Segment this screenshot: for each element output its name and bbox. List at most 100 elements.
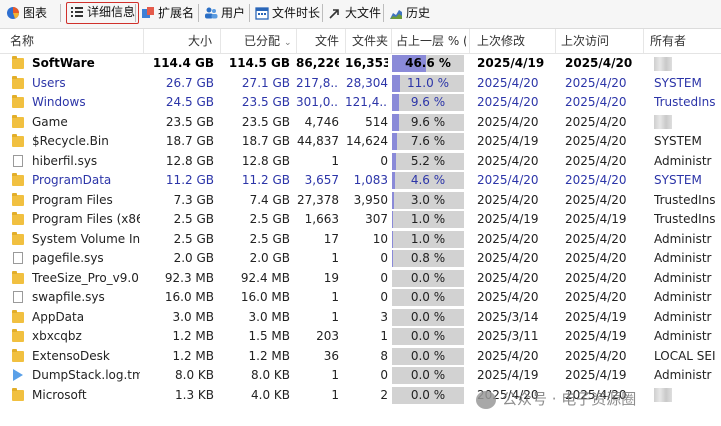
item-name: swapfile.sys [32,290,105,304]
item-file-count: 1 [331,153,339,168]
item-size: 26.7 GB [165,75,214,90]
col-size[interactable]: 大小 [144,29,214,53]
item-last-accessed: 2025/4/20 [565,270,627,285]
table-row[interactable]: System Volume Inf... 2.5 GB 2.5 GB 17 10 1.0 … [0,230,721,250]
item-file-count: 203 [316,329,339,343]
item-allocated: 23.5 GB [241,114,290,129]
item-size: 11.2 GB [165,173,214,187]
tab-extensions[interactable]: 扩展名 [141,3,196,23]
item-allocated: 8.0 KB [251,368,290,382]
item-last-modified: 2025/4/20 [477,153,539,168]
tab-history-label: 历史 [406,6,431,20]
item-allocated: 2.5 GB [249,212,290,226]
item-last-accessed: 2025/4/19 [565,212,627,226]
table-row[interactable]: $Recycle.Bin 18.7 GB 18.7 GB 44,837 14,624 7.… [0,132,721,152]
folder-icon [12,309,24,323]
item-size: 7.3 GB [173,192,214,207]
item-owner: SYSTEM [654,173,702,187]
tab-details[interactable]: 详细信息 [66,2,140,24]
media-file-icon [13,369,23,381]
item-percent: 46.6 % [405,56,451,70]
item-owner: TrustedIns [654,212,716,226]
table-row[interactable]: Game 23.5 GB 23.5 GB 4,746 514 9.6 % 2025/4/20… [0,113,721,133]
item-name: Microsoft [32,387,87,402]
history-chart-icon [390,9,402,19]
item-folder-count: 0 [380,153,388,168]
col-percent-parent[interactable]: 占上一层 % (... [396,29,466,53]
table-row[interactable]: pagefile.sys 2.0 GB 2.0 GB 1 0 0.8 % 2025/4/20… [0,249,721,269]
item-owner: LOCAL SEI [654,348,716,363]
wechat-icon [476,390,496,409]
col-name[interactable]: 名称 [10,29,130,53]
item-folder-count: 1,083 [353,173,388,187]
extension-icon [142,6,154,18]
item-allocated: 3.0 MB [248,309,290,324]
col-allocated-label: 已分配 [244,34,281,48]
item-size: 114.4 GB [152,56,214,70]
item-file-count: 217,8... [296,75,339,90]
item-name: xbxcqbz [32,329,82,343]
table-row[interactable]: TreeSize_Pro_v9.0.... 92.3 MB 92.4 MB 19 0 0.… [0,269,721,289]
item-percent: 11.0 % [407,75,449,90]
tab-large-files[interactable]: 大文件 [328,3,383,23]
table-row[interactable]: AppData 3.0 MB 3.0 MB 1 3 0.0 % 2025/3/14 2025/… [0,308,721,328]
column-header: 名称 大小 已分配⌄ 文件 文件夹 占上一层 % (... 上次修改 上次访问 … [0,29,721,54]
table-row[interactable]: Users 26.7 GB 27.1 GB 217,8... 28,304 11.0 % 2… [0,74,721,94]
tab-file-age[interactable]: 文件时长 [255,3,322,23]
tab-users[interactable]: 用户 [204,3,247,23]
item-size: 2.5 GB [173,231,214,246]
table-row[interactable]: xbxcqbz 1.2 MB 1.5 MB 203 1 0.0 % 2025/3/11 202… [0,327,721,347]
item-owner: Administr [654,368,712,382]
folder-icon [12,75,24,89]
item-percent: 5.2 % [410,153,446,168]
col-allocated[interactable]: 已分配 ⌄ [244,29,294,53]
col-files[interactable]: 文件 [297,29,339,53]
file-icon [13,291,23,303]
table-row[interactable]: ExtensoDesk 1.2 MB 1.2 MB 36 8 0.0 % 2025/4/20… [0,347,721,367]
item-file-count: 4,746 [304,114,339,129]
item-last-modified: 2025/4/20 [477,173,539,187]
toolbar-divider [383,4,384,22]
redacted-block [654,56,672,71]
users-icon [205,7,218,18]
item-name: Windows [32,95,86,109]
toolbar-divider [60,4,61,22]
col-divider[interactable] [391,29,392,53]
col-owner[interactable]: 所有者 [650,29,720,53]
tab-chart[interactable]: 图表 [6,3,49,23]
table-row[interactable]: swapfile.sys 16.0 MB 16.0 MB 1 0 0.0 % 2025/4/… [0,288,721,308]
table-row[interactable]: hiberfil.sys 12.8 GB 12.8 GB 1 0 5.2 % 2025/4/… [0,152,721,172]
col-folders[interactable]: 文件夹 [346,29,388,53]
table-row[interactable]: SoftWare 114.4 GB 114.5 GB 86,226 16,353 46.6… [0,54,721,74]
item-name: ExtensoDesk [32,348,110,363]
item-size: 16.0 MB [164,290,214,304]
col-divider[interactable] [643,29,644,53]
item-percent: 0.0 % [410,329,446,343]
col-last-modified[interactable]: 上次修改 [477,29,552,53]
table-row[interactable]: Program Files (x86) 2.5 GB 2.5 GB 1,663 307 1… [0,210,721,230]
folder-icon [12,231,24,245]
item-owner: TrustedIns [654,95,716,109]
folder-icon [12,270,24,284]
item-size: 1.2 MB [172,348,214,363]
item-folder-count: 0 [380,290,388,304]
col-divider[interactable] [555,29,556,53]
item-folder-count: 3 [380,309,388,324]
table-row[interactable]: Program Files 7.3 GB 7.4 GB 27,378 3,950 3.0 … [0,191,721,211]
item-last-modified: 2025/4/19 [477,212,539,226]
table-row[interactable]: ProgramData 11.2 GB 11.2 GB 3,657 1,083 4.6 %… [0,171,721,191]
item-folder-count: 16,353 [345,56,388,70]
item-last-accessed: 2025/4/20 [565,95,627,109]
tab-history[interactable]: 历史 [389,3,432,23]
item-folder-count: 10 [372,231,388,246]
col-last-accessed[interactable]: 上次访问 [561,29,636,53]
item-last-accessed: 2025/4/19 [565,309,627,324]
item-name: AppData [32,309,85,324]
table-row[interactable]: DumpStack.log.tmp 8.0 KB 8.0 KB 1 0 0.0 % 2025… [0,366,721,386]
col-divider[interactable] [469,29,470,53]
item-owner: Administr [654,153,712,168]
col-divider[interactable] [220,29,221,53]
table-row[interactable]: Windows 24.5 GB 23.5 GB 301,0... 121,4... 9.6… [0,93,721,113]
item-name: ProgramData [32,173,112,187]
item-allocated: 1.5 MB [248,329,290,343]
